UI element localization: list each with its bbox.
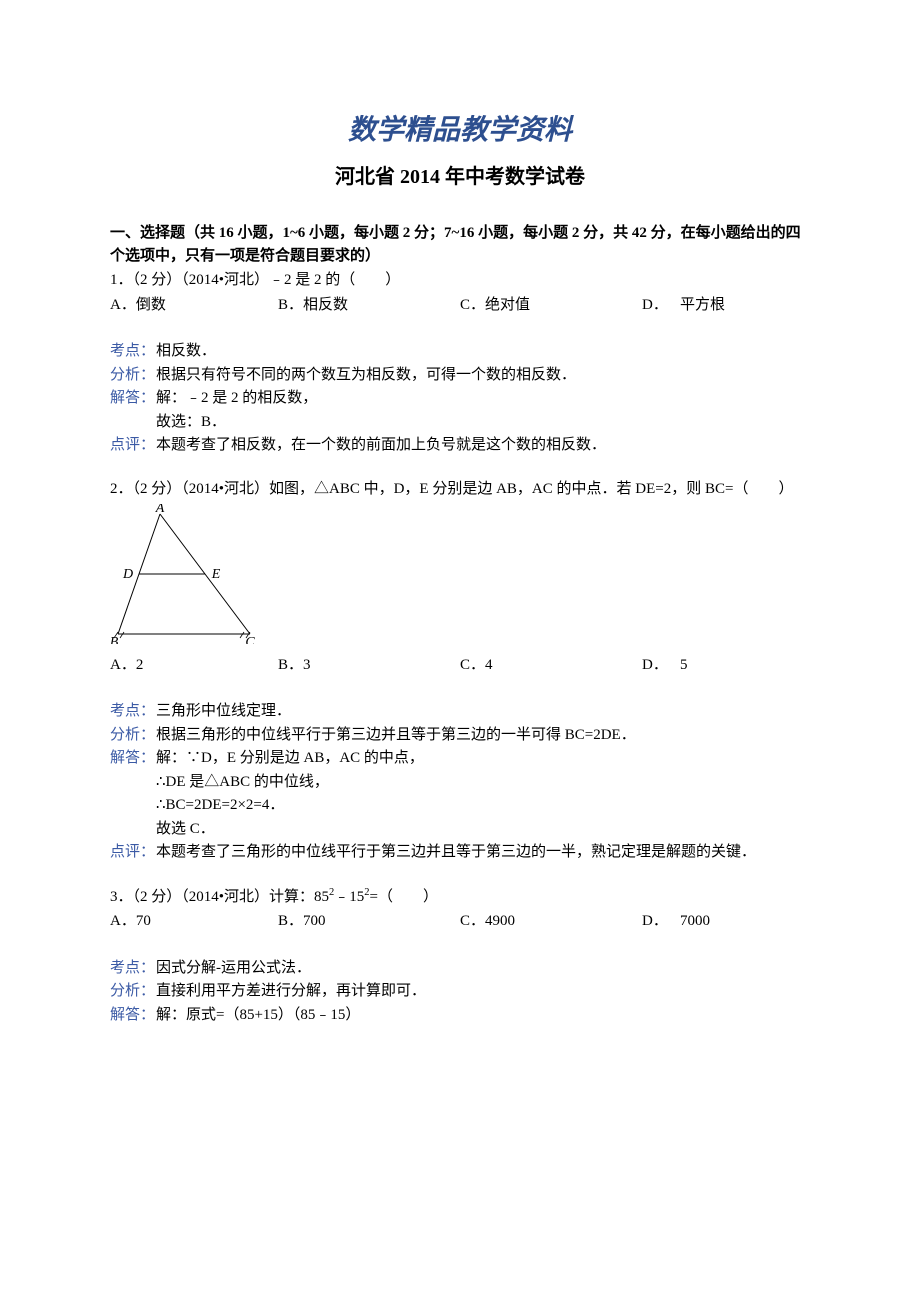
q3-fenxi-value: 直接利用平方差进行分解，再计算即可． [156,980,810,1003]
q2-jieda-line1: 解：∵D，E 分别是边 AB，AC 的中点， [156,747,810,770]
section-header: 一、选择题（共 16 小题，1~6 小题，每小题 2 分；7~16 小题，每小题… [110,222,810,267]
svg-text:D: D [122,567,133,582]
q2-choices: A．2 B．3 C．4 D． 5 [110,654,810,677]
label-kaodian: 考点： [110,957,156,980]
q2-text: 2．（2 分）（2014•河北）如图，△ABC 中，D，E 分别是边 AB，AC… [110,478,810,501]
q3-jieda: 解答： 解：原式=（85+15）（85﹣15） [110,1004,810,1027]
q3-jieda-line1: 解：原式=（85+15）（85﹣15） [156,1004,810,1027]
q3-choice-d-value: 7000 [670,910,810,933]
q3-text-suffix: =（ ） [370,889,438,905]
q2-choice-d-label: D． [642,654,670,677]
q1-choice-d-label: D． [642,294,670,317]
label-fenxi: 分析： [110,364,156,387]
q3-text-mid: ﹣15 [334,889,364,905]
q1-jieda-line1: 解：﹣2 是 2 的相反数， [156,387,810,410]
label-jieda: 解答： [110,387,156,410]
q3-fenxi: 分析： 直接利用平方差进行分解，再计算即可． [110,980,810,1003]
q2-dianping: 点评： 本题考查了三角形的中位线平行于第三边并且等于第三边的一半，熟记定理是解题… [110,841,810,864]
svg-text:E: E [211,567,221,582]
label-jieda: 解答： [110,1004,156,1027]
label-dianping: 点评： [110,841,156,864]
q3-choices: A．70 B．700 C．4900 D． 7000 [110,910,810,933]
q2-choice-d-value: 5 [670,654,810,677]
q1-dianping: 点评： 本题考查了相反数，在一个数的前面加上负号就是这个数的相反数． [110,434,810,457]
q3-kaodian: 考点： 因式分解-运用公式法． [110,957,810,980]
q3-choice-d-label: D． [642,910,670,933]
label-fenxi: 分析： [110,724,156,747]
q1-dianping-value: 本题考查了相反数，在一个数的前面加上负号就是这个数的相反数． [156,434,810,457]
q2-jieda-line3: ∴BC=2DE=2×2=4． [110,794,810,817]
q1-choice-c: C．绝对值 [460,294,642,317]
q1-kaodian: 考点： 相反数． [110,340,810,363]
q2-choice-c: C．4 [460,654,642,677]
q2-choice-a: A．2 [110,654,278,677]
doc-title: 数学精品教学资料 [110,110,810,152]
label-kaodian: 考点： [110,700,156,723]
q1-fenxi: 分析： 根据只有符号不同的两个数互为相反数，可得一个数的相反数． [110,364,810,387]
q2-jieda: 解答： 解：∵D，E 分别是边 AB，AC 的中点， [110,747,810,770]
q2-fenxi: 分析： 根据三角形的中位线平行于第三边并且等于第三边的一半可得 BC=2DE． [110,724,810,747]
svg-text:A: A [155,504,165,516]
svg-text:C: C [245,635,255,644]
q1-jieda: 解答： 解：﹣2 是 2 的相反数， [110,387,810,410]
label-kaodian: 考点： [110,340,156,363]
q1-choice-d-value: 平方根 [670,294,810,317]
q1-text: 1．（2 分）（2014•河北）﹣2 是 2 的（ ） [110,269,810,292]
label-fenxi: 分析： [110,980,156,1003]
label-jieda: 解答： [110,747,156,770]
q2-triangle-figure: A D E B C [110,504,810,652]
label-dianping: 点评： [110,434,156,457]
q1-choice-b: B．相反数 [278,294,460,317]
q3-kaodian-value: 因式分解-运用公式法． [156,957,810,980]
q1-choices: A．倒数 B．相反数 C．绝对值 D． 平方根 [110,294,810,317]
q2-dianping-value: 本题考查了三角形的中位线平行于第三边并且等于第三边的一半，熟记定理是解题的关键． [156,841,810,864]
q1-jieda-line2: 故选：B． [110,411,810,434]
q2-kaodian-value: 三角形中位线定理． [156,700,810,723]
q3-text-prefix: 3．（2 分）（2014•河北）计算：85 [110,889,329,905]
q2-jieda-line2: ∴DE 是△ABC 的中位线， [110,771,810,794]
q3-text: 3．（2 分）（2014•河北）计算：852﹣152=（ ） [110,885,810,909]
q3-choice-c: C．4900 [460,910,642,933]
q3-choice-b: B．700 [278,910,460,933]
q3-choice-a: A．70 [110,910,278,933]
svg-text:B: B [110,635,119,644]
q2-choice-b: B．3 [278,654,460,677]
q1-fenxi-value: 根据只有符号不同的两个数互为相反数，可得一个数的相反数． [156,364,810,387]
q1-kaodian-value: 相反数． [156,340,810,363]
q2-fenxi-value: 根据三角形的中位线平行于第三边并且等于第三边的一半可得 BC=2DE． [156,724,810,747]
q2-kaodian: 考点： 三角形中位线定理． [110,700,810,723]
q1-choice-a: A．倒数 [110,294,278,317]
exam-title: 河北省 2014 年中考数学试卷 [110,162,810,192]
q2-jieda-line4: 故选 C． [110,818,810,841]
